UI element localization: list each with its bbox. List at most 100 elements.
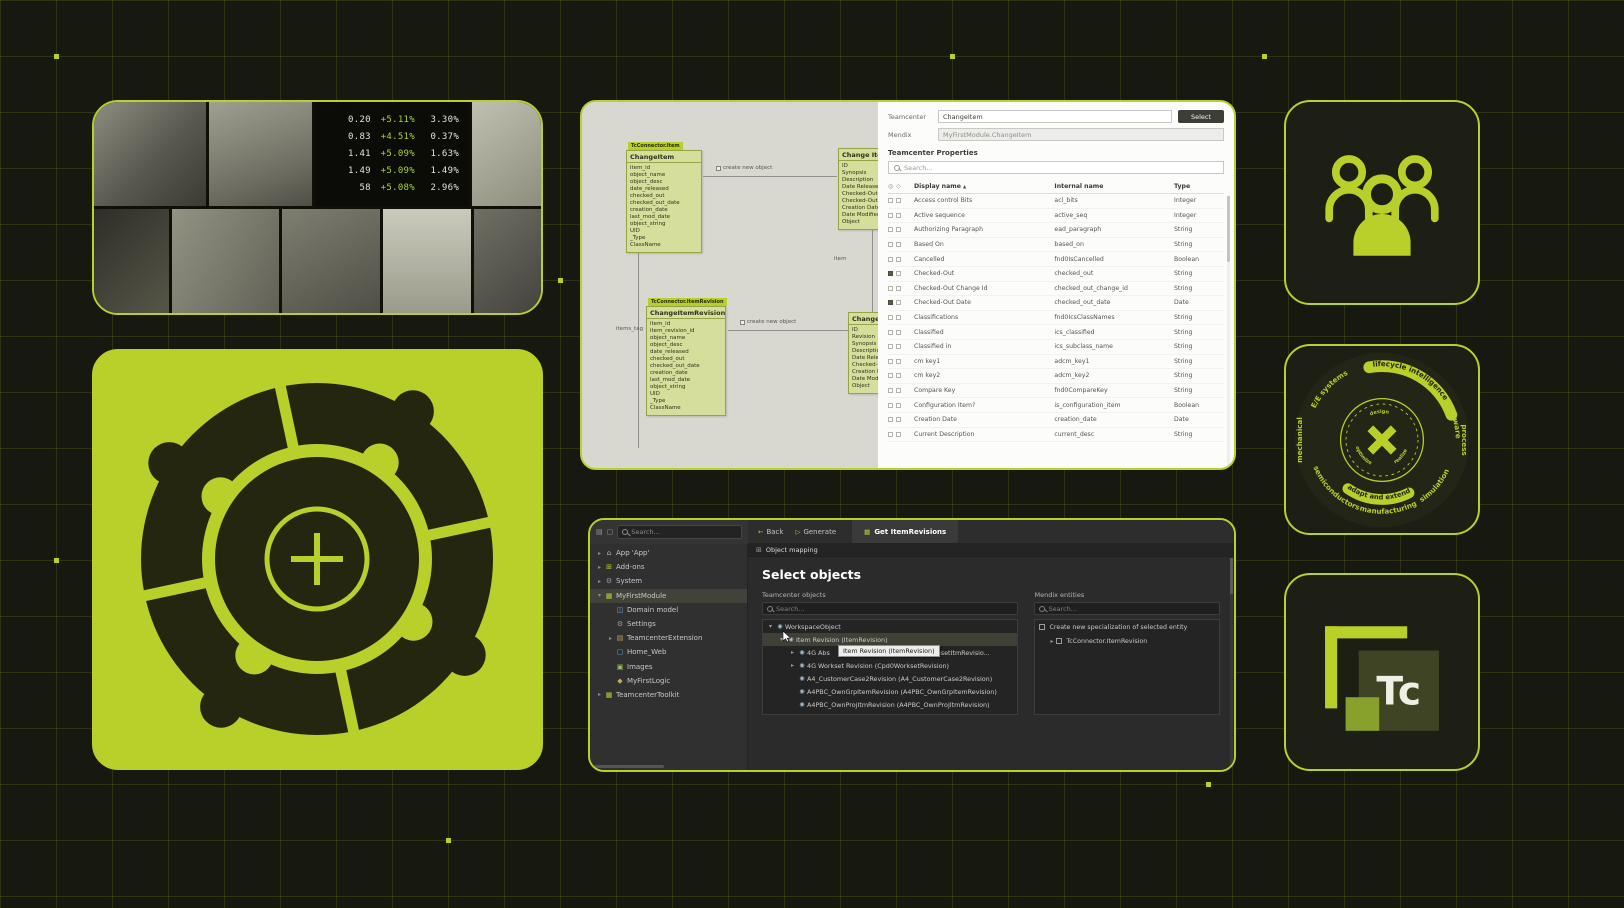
chevron-icon[interactable]: ▸ [788,662,797,669]
tab-get-itemrevisions[interactable]: ▦Get ItemRevisions [852,520,958,543]
property-row[interactable]: cm key1adcm_key1String [888,355,1224,370]
edit-checkbox[interactable] [896,257,901,262]
property-row[interactable]: Checked-Out Datechecked_out_dateDate [888,296,1224,311]
column-display-name[interactable]: Display name▲ [914,183,1054,190]
mendix-entities-search-input[interactable]: Search... [1034,602,1220,615]
sidebar-item-domain-model[interactable]: ◫Domain model [590,603,747,617]
map-checkbox[interactable] [888,242,893,247]
chevron-icon[interactable]: ▾ [766,623,775,630]
checkbox[interactable] [1056,638,1062,644]
edit-checkbox[interactable] [896,417,901,422]
edit-checkbox[interactable] [896,388,901,393]
edit-checkbox[interactable] [896,198,901,203]
column-type[interactable]: Type [1174,183,1224,190]
property-row[interactable]: Creation Datecreation_dateDate [888,413,1224,428]
property-row[interactable]: Current Descriptioncurrent_descString [888,428,1224,443]
map-checkbox[interactable] [888,330,893,335]
sidebar-item-myfirstmodule[interactable]: ▾▦MyFirstModule [590,589,747,603]
edit-checkbox[interactable] [896,286,901,291]
properties-search-input[interactable]: Search... [888,161,1224,174]
map-checkbox[interactable] [888,417,893,422]
map-checkbox[interactable] [888,388,893,393]
map-checkbox[interactable] [888,257,893,262]
property-row[interactable]: Compare Keyfnd0CompareKeyString [888,384,1224,399]
property-row[interactable]: Based Onbased_onString [888,238,1224,253]
scrollbar-thumb[interactable] [1230,558,1233,594]
edit-checkbox[interactable] [896,271,901,276]
property-row[interactable]: Authorizing Paragraphead_paragraphString [888,223,1224,238]
column-internal-name[interactable]: Internal name [1054,183,1174,190]
edit-checkbox[interactable] [896,227,901,232]
map-checkbox[interactable] [888,227,893,232]
edit-checkbox[interactable] [896,300,901,305]
map-checkbox[interactable] [888,344,893,349]
edit-checkbox[interactable] [896,403,901,408]
map-checkbox[interactable] [888,213,893,218]
property-row[interactable]: cm key2adcm_key2String [888,369,1224,384]
entity-box-changeitemrevision[interactable]: ChangeItemRevision item_iditem_revision_… [646,306,726,416]
map-checkbox[interactable] [888,271,893,276]
teamcenter-objects-search-input[interactable]: Search... [762,602,1018,615]
sidebar-item-images[interactable]: ▣Images [590,660,747,674]
edit-checkbox[interactable] [896,359,901,364]
sidebar-item-home-web[interactable]: ▢Home_Web [590,645,747,659]
chevron-icon[interactable]: ▸ [595,691,604,698]
tc-object-a4pbc-ownprojitmrevision-a4pbc-ownprojitmrevision[interactable]: ◉A4PBC_OwnProjItmRevision (A4PBC_OwnProj… [763,698,1017,711]
tc-object-4g-workset-revision-cpd0worksetrevision[interactable]: ▸◉4G Workset Revision (Cpd0WorksetRevisi… [763,659,1017,672]
edit-checkbox[interactable] [896,373,901,378]
teamcenter-object-input[interactable]: ChangeItem [938,110,1172,123]
explorer-search-input[interactable]: Search... [617,525,742,539]
create-specialization-option[interactable]: Create new specialization of selected en… [1035,620,1219,634]
horizontal-scrollbar[interactable] [594,765,664,768]
edit-checkbox[interactable] [896,213,901,218]
tc-object-workspaceobject[interactable]: ▾◉WorkspaceObject [763,620,1017,633]
mendix-entity-item[interactable]: ▸ TcConnector.ItemRevision [1035,634,1219,648]
sidebar-item-app-app[interactable]: ▸⌂App 'App' [590,546,747,560]
sidebar-item-add-ons[interactable]: ▸⊞Add-ons [590,560,747,574]
chevron-icon[interactable]: ▸ [595,550,604,557]
tc-object-a4pbc-owngrpitemrevision-a4pbc-owngrpitemrevision[interactable]: ◉A4PBC_OwnGrpItemRevision (A4PBC_OwnGrpI… [763,685,1017,698]
sidebar-item-myfirstlogic[interactable]: ◆MyFirstLogic [590,674,747,688]
chevron-icon[interactable]: ▸ [595,578,604,585]
edit-checkbox[interactable] [896,344,901,349]
map-checkbox[interactable] [888,315,893,320]
scrollbar-thumb[interactable] [1227,196,1230,262]
map-checkbox[interactable] [888,432,893,437]
property-row[interactable]: Classifiedics_classifiedString [888,325,1224,340]
tc-object-a4-customercase2revision-a4-customercase2revision[interactable]: ◉A4_CustomerCase2Revision (A4_CustomerCa… [763,672,1017,685]
property-row[interactable]: Access control Bitsacl_bitsInteger [888,194,1224,209]
sidebar-item-settings[interactable]: ⚙Settings [590,617,747,631]
chevron-icon[interactable]: ▸ [1047,638,1056,645]
map-checkbox[interactable] [888,373,893,378]
chevron-icon[interactable]: ▾ [595,592,604,599]
tc-object-a4pbc-ownusergrprevision-a4pbc-ownusergrprevision[interactable]: ◉A4PBC_OwnUserGrpRevision (A4PBC_ownUser… [763,711,1017,715]
map-checkbox[interactable] [888,300,893,305]
property-row[interactable]: Configuration Item?is_configuration_item… [888,398,1224,413]
property-row[interactable]: Cancelledfnd0IsCancelledBoolean [888,252,1224,267]
chevron-icon[interactable]: ▸ [606,635,615,642]
property-row[interactable]: Active sequenceactive_seqInteger [888,209,1224,224]
entity-box-changeitem[interactable]: ChangeItem item_idobject_nameobject_desc… [626,150,702,253]
sidebar-item-system[interactable]: ▸⚙System [590,574,747,588]
panel-icon[interactable]: ▤ [596,528,603,536]
property-row[interactable]: Classified inics_subclass_nameString [888,340,1224,355]
checkbox[interactable] [1039,624,1045,630]
mendix-entity-input[interactable]: MyFirstModule.ChangeItem [938,128,1224,141]
chevron-icon[interactable]: ▸ [788,649,797,656]
select-button[interactable]: Select [1178,110,1224,123]
edit-checkbox[interactable] [896,242,901,247]
pin-icon[interactable]: ▢ [607,528,614,536]
edit-checkbox[interactable] [896,315,901,320]
map-checkbox[interactable] [888,286,893,291]
map-checkbox[interactable] [888,403,893,408]
sidebar-item-teamcentertoolkit[interactable]: ▸▦TeamcenterToolkit [590,688,747,702]
vertical-scrollbar[interactable] [1230,558,1233,766]
property-row[interactable]: Checked-Out Change Idchecked_out_change_… [888,282,1224,297]
map-checkbox[interactable] [888,198,893,203]
property-row[interactable]: Classificationsfnd0IcsClassNamesString [888,311,1224,326]
generate-button[interactable]: ▷Generate [795,528,836,536]
back-button[interactable]: ←Back [758,528,783,536]
sidebar-item-teamcenterextension[interactable]: ▸▤TeamcenterExtension [590,631,747,645]
property-row[interactable]: Checked-Outchecked_outString [888,267,1224,282]
map-checkbox[interactable] [888,359,893,364]
